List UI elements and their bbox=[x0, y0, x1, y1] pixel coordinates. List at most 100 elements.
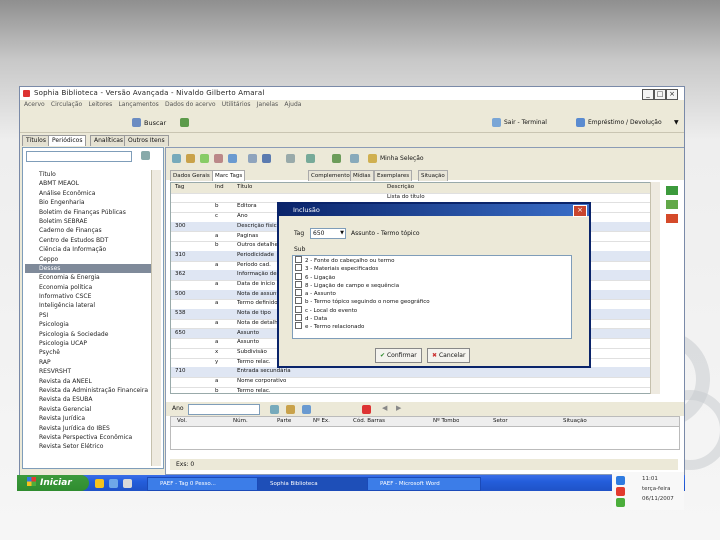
task-item-active[interactable]: Sophia Biblioteca bbox=[257, 477, 371, 491]
task-item[interactable]: PAEF - Microsoft Word bbox=[367, 477, 481, 491]
tree-item[interactable]: Psicologia bbox=[25, 320, 151, 329]
filter-input[interactable] bbox=[26, 151, 132, 162]
tab-outros-itens[interactable]: Outros Itens bbox=[124, 135, 169, 146]
year-select[interactable] bbox=[188, 404, 260, 415]
tree-item[interactable]: Revista da Administração Financeira bbox=[25, 386, 151, 395]
tab-midias[interactable]: Mídias bbox=[350, 170, 374, 181]
subfield-option[interactable]: d - Data bbox=[293, 314, 571, 322]
checkbox[interactable] bbox=[295, 272, 302, 280]
export-icon[interactable] bbox=[306, 154, 315, 163]
tab-marc-tags[interactable]: Marc Tags bbox=[212, 170, 246, 181]
checkbox[interactable] bbox=[295, 322, 302, 330]
import-icon[interactable] bbox=[332, 154, 341, 163]
menu-item[interactable]: Acervo bbox=[24, 101, 45, 108]
subfield-option[interactable]: 8 - Ligação de campo e sequência bbox=[293, 280, 571, 289]
tab-periodicos[interactable]: Periódicos bbox=[48, 135, 87, 146]
checkbox[interactable] bbox=[295, 305, 302, 313]
col-vol[interactable]: Vol. bbox=[177, 417, 187, 426]
add-arrow-icon[interactable] bbox=[666, 186, 678, 195]
settings-icon[interactable] bbox=[286, 154, 295, 163]
tree-item[interactable]: Boletim de Finanças Públicas bbox=[25, 208, 151, 217]
tree-item[interactable]: ABMT MEAOL bbox=[25, 179, 151, 188]
col-n-ex[interactable]: Nº Ex. bbox=[313, 417, 330, 426]
subfield-option[interactable]: 6 - Ligação bbox=[293, 272, 571, 281]
tab-dados-gerais[interactable]: Dados Gerais bbox=[170, 170, 213, 181]
col-setor[interactable]: Setor bbox=[493, 417, 508, 426]
col-parte[interactable]: Parte bbox=[277, 417, 291, 426]
chevron-down-icon[interactable]: ▼ bbox=[674, 119, 679, 126]
tab-situacao[interactable]: Situação bbox=[418, 170, 448, 181]
delete-icon[interactable] bbox=[214, 154, 223, 163]
checkbox[interactable] bbox=[295, 264, 302, 272]
desktop-icon[interactable] bbox=[123, 479, 132, 488]
grid-header-titulo[interactable]: Título bbox=[237, 183, 252, 193]
tree-item[interactable]: Ceppo bbox=[25, 255, 151, 264]
maximize-button[interactable]: □ bbox=[654, 89, 666, 100]
tab-complemento[interactable]: Complemento bbox=[308, 170, 353, 181]
tray-icon[interactable] bbox=[616, 487, 625, 496]
start-button[interactable]: Iniciar bbox=[17, 475, 89, 491]
tree-scrollbar[interactable] bbox=[151, 170, 161, 466]
menu-item[interactable]: Lançamentos bbox=[118, 101, 158, 108]
tree-item[interactable]: Revista Perspectiva Econômica bbox=[25, 433, 151, 442]
tree-item[interactable]: Desses bbox=[25, 263, 151, 274]
tab-analiticas[interactable]: Analíticas bbox=[90, 135, 128, 146]
filter-icon[interactable] bbox=[141, 151, 150, 160]
selection-icon[interactable] bbox=[368, 154, 377, 163]
search-button-label[interactable]: Buscar bbox=[144, 119, 166, 127]
edit-icon[interactable] bbox=[200, 154, 209, 163]
tree-item[interactable]: Ciência da Informação bbox=[25, 245, 151, 254]
menu-item[interactable]: Leitores bbox=[88, 101, 112, 108]
checkbox[interactable] bbox=[295, 314, 302, 322]
task-item[interactable]: PAEF - Tag 0 Pesso... bbox=[147, 477, 261, 491]
tree-item[interactable]: Revista da ESUBA bbox=[25, 395, 151, 404]
checkbox[interactable] bbox=[295, 297, 302, 305]
tree-item[interactable]: Psicologia & Sociedade bbox=[25, 330, 151, 339]
tree-item[interactable]: Título bbox=[25, 170, 151, 179]
tree-item[interactable]: Boletim SEBRAE bbox=[25, 217, 151, 226]
tree-item[interactable]: Revista Jurídica bbox=[25, 414, 151, 423]
tray-icon[interactable] bbox=[616, 498, 625, 507]
subfield-option[interactable]: c - Local do evento bbox=[293, 305, 571, 314]
new-icon[interactable] bbox=[186, 154, 195, 163]
my-selection-button[interactable]: Minha Seleção bbox=[380, 155, 424, 162]
delete-volume-icon[interactable] bbox=[362, 405, 371, 414]
subfield-option[interactable]: a - Assunto bbox=[293, 289, 571, 297]
grid-header-tag[interactable]: Tag bbox=[175, 183, 184, 193]
tree-item[interactable]: Revista Jurídica do IBES bbox=[25, 424, 151, 433]
search-icon[interactable] bbox=[132, 118, 141, 127]
tree-item[interactable]: Revista Gerencial bbox=[25, 405, 151, 414]
tray-icon[interactable] bbox=[616, 476, 625, 485]
minimize-button[interactable]: _ bbox=[642, 89, 654, 100]
cancel-button[interactable]: ✖ Cancelar bbox=[427, 348, 471, 363]
tree-item[interactable]: Centro de Estudos BDT bbox=[25, 236, 151, 245]
edit-volume-icon[interactable] bbox=[286, 405, 295, 414]
new-volume-icon[interactable] bbox=[270, 405, 279, 414]
tree-item[interactable]: Psychê bbox=[25, 348, 151, 357]
tree-item[interactable]: Revista Setor Elétrico bbox=[25, 442, 151, 451]
tree-item[interactable]: RESVRSHT bbox=[25, 367, 151, 376]
subfield-option[interactable]: 3 - Materiais especificados bbox=[293, 264, 571, 272]
menu-item[interactable]: Dados do acervo bbox=[165, 101, 216, 108]
copy-volume-icon[interactable] bbox=[302, 405, 311, 414]
tree-item[interactable]: Revista da ANEEL bbox=[25, 377, 151, 386]
tools-icon[interactable] bbox=[180, 118, 189, 127]
add-sub-icon[interactable] bbox=[666, 200, 678, 209]
grid-header-descricao[interactable]: Descrição bbox=[387, 183, 414, 193]
tree-item[interactable]: PSI bbox=[25, 311, 151, 320]
menu-item[interactable]: Janelas bbox=[257, 101, 278, 108]
menu-item[interactable]: Utilitários bbox=[222, 101, 251, 108]
subfield-option[interactable]: 2 - Fonte do cabeçalho ou termo bbox=[293, 256, 571, 264]
exit-terminal-button[interactable]: Sair - Terminal bbox=[504, 119, 547, 126]
save-icon[interactable] bbox=[262, 154, 271, 163]
print-icon[interactable] bbox=[248, 154, 257, 163]
menu-item[interactable]: Circulação bbox=[51, 101, 82, 108]
tree-item[interactable]: Caderno de Finanças bbox=[25, 226, 151, 235]
tag-select[interactable]: 650 ▼ bbox=[310, 228, 346, 239]
grid-header-ind[interactable]: Ind bbox=[215, 183, 224, 193]
loan-return-button[interactable]: Empréstimo / Devolução bbox=[588, 119, 662, 126]
checkbox[interactable] bbox=[295, 256, 302, 263]
prev-icon[interactable]: ◀ bbox=[382, 404, 387, 412]
next-icon[interactable]: ▶ bbox=[396, 404, 401, 412]
menu-item[interactable]: Ajuda bbox=[284, 101, 301, 108]
